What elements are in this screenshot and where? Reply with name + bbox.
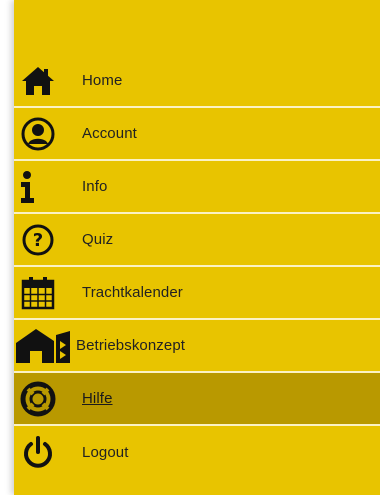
- menu-item-home[interactable]: Home: [14, 55, 380, 108]
- side-menu-panel: Home Account Info ? Quiz Trachtkalender …: [14, 0, 380, 495]
- side-menu: Home Account Info ? Quiz Trachtkalender …: [14, 55, 380, 479]
- menu-item-betriebskonzept[interactable]: Betriebskonzept: [14, 320, 380, 373]
- menu-item-label: Logout: [82, 444, 129, 461]
- menu-item-label: Quiz: [82, 231, 114, 248]
- home-icon: [20, 63, 56, 99]
- menu-item-label: Betriebskonzept: [76, 337, 186, 354]
- menu-item-logout[interactable]: Logout: [14, 426, 380, 479]
- menu-item-label: Account: [82, 125, 137, 142]
- info-icon: [20, 169, 56, 205]
- menu-item-label: Home: [82, 72, 123, 89]
- menu-item-account[interactable]: Account: [14, 108, 380, 161]
- menu-item-quiz[interactable]: ? Quiz: [14, 214, 380, 267]
- menu-item-trachtkalender[interactable]: Trachtkalender: [14, 267, 380, 320]
- calendar-icon: [20, 275, 56, 311]
- menu-item-label: Hilfe: [82, 390, 113, 407]
- menu-item-info[interactable]: Info: [14, 161, 380, 214]
- svg-text:?: ?: [33, 230, 43, 251]
- menu-item-label: Info: [82, 178, 108, 195]
- user-circle-icon: [20, 116, 56, 152]
- power-icon: [20, 435, 56, 471]
- menu-item-label: Trachtkalender: [82, 284, 183, 301]
- question-circle-icon: ?: [20, 222, 56, 258]
- menu-item-hilfe[interactable]: Hilfe: [14, 373, 380, 426]
- house-concept-icon: [14, 328, 72, 364]
- lifebuoy-icon: [20, 381, 56, 417]
